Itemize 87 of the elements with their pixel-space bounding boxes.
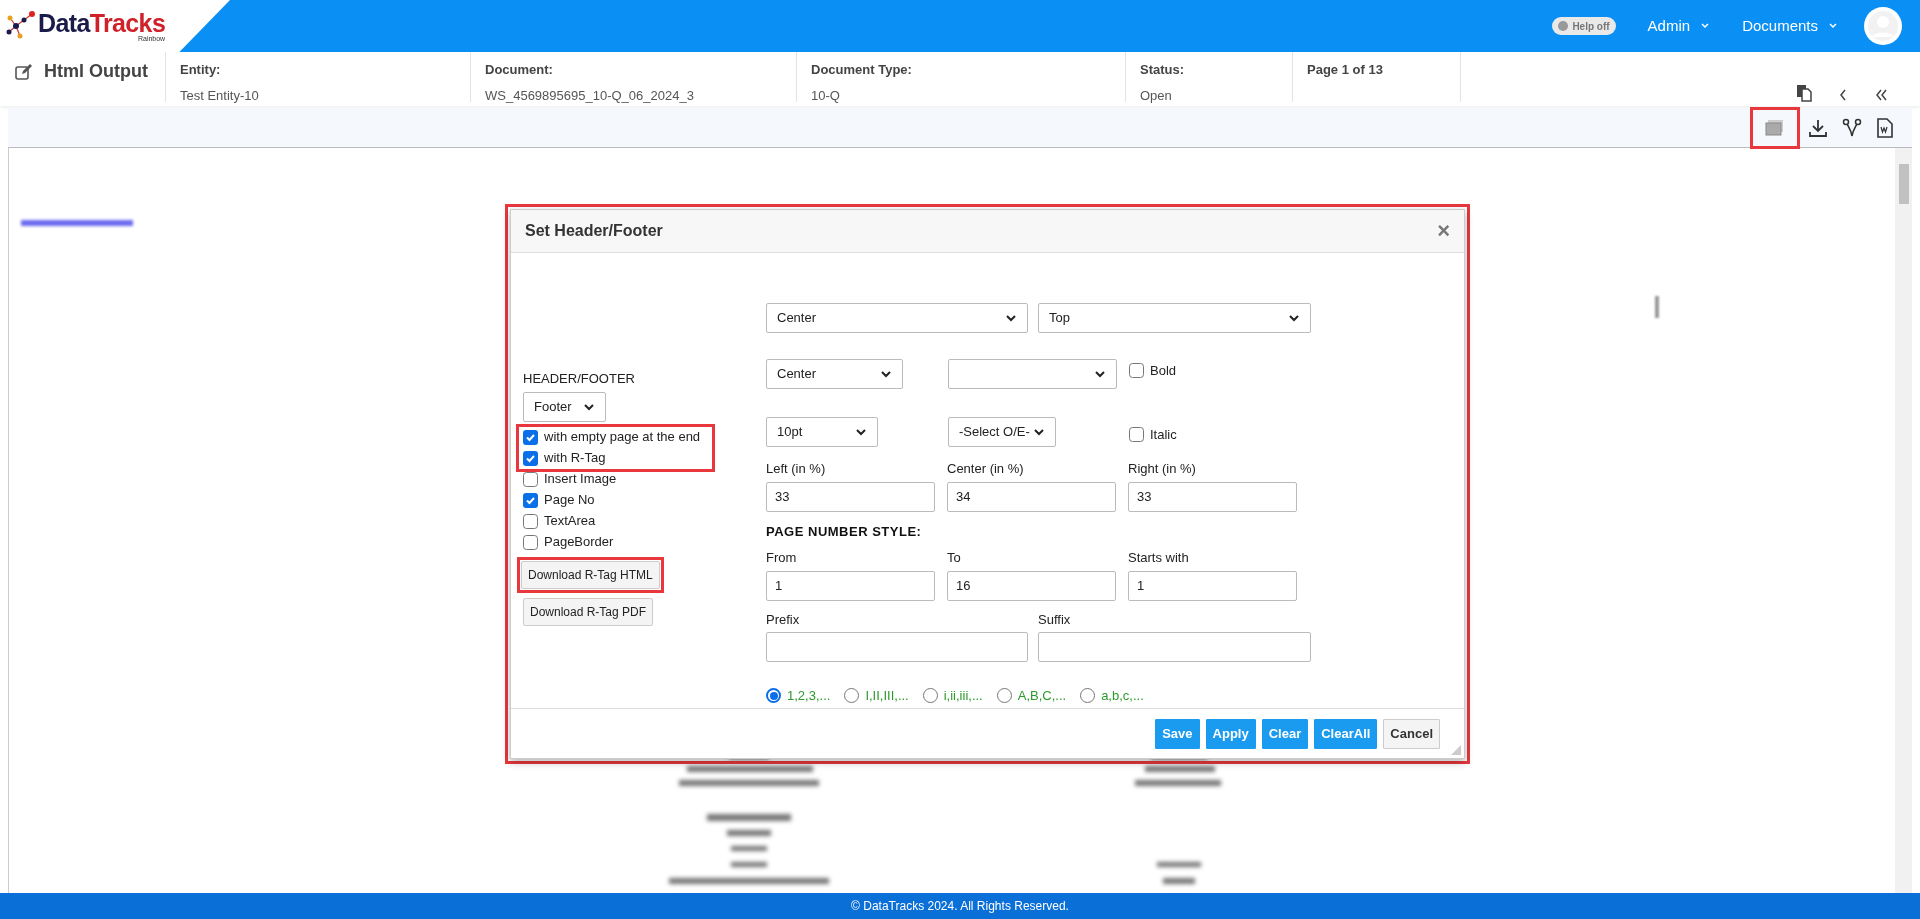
checkbox-label: Page No (544, 491, 595, 510)
dropdown[interactable]: Center (766, 303, 1028, 333)
field-label: HEADER/FOOTER (523, 370, 636, 388)
checkbox-label: with R-Tag (544, 449, 606, 468)
radio-label: i,ii,iii,... (943, 687, 983, 705)
field-value: 10-Q (811, 86, 841, 105)
dropdown[interactable]: Footer (523, 391, 606, 422)
field-label: From (766, 549, 798, 567)
radio-label: 1,2,3,... (787, 687, 831, 705)
chevron-down-icon (855, 426, 867, 438)
input-field[interactable] (1038, 632, 1311, 662)
double-chevron-left-icon[interactable] (1874, 88, 1888, 102)
checkbox[interactable] (1129, 363, 1144, 379)
field-label: Left (in %) (766, 460, 827, 478)
section-heading: PAGE NUMBER STYLE: (766, 522, 923, 541)
field-label: Page 1 of 13 (1307, 61, 1384, 79)
download-button[interactable]: Download R-Tag PDF (523, 597, 654, 626)
radio-button[interactable] (844, 688, 860, 704)
dropdown[interactable]: -Select O/E- (948, 417, 1056, 447)
chevron-down-icon (1288, 312, 1300, 324)
checkbox-label: PageBorder (544, 533, 614, 552)
checkbox[interactable] (523, 534, 538, 550)
field-label: Prefix (766, 610, 801, 629)
checkbox[interactable] (1129, 427, 1144, 443)
radio-button[interactable] (1080, 688, 1096, 704)
input-field[interactable] (766, 632, 1028, 662)
checkbox-label: Italic (1150, 426, 1177, 444)
radio-button[interactable] (766, 688, 781, 704)
input-field[interactable]: 34 (947, 481, 1116, 512)
field-label: Status: (1140, 61, 1186, 79)
download-icon[interactable] (1808, 117, 1828, 138)
checkbox[interactable] (523, 471, 538, 487)
checkbox-label: with empty page at the end (544, 428, 701, 447)
field-value: Open (1140, 86, 1173, 105)
dropdown[interactable]: Center (766, 359, 903, 389)
checkbox-label: Insert Image (544, 470, 617, 489)
checkbox[interactable] (523, 513, 538, 529)
radio-button[interactable] (996, 688, 1012, 704)
dialog-button[interactable]: Cancel (1383, 718, 1440, 749)
resize-handle-icon[interactable] (1451, 745, 1461, 755)
copyright-footer: © DataTracks 2024. All Rights Reserved. (0, 893, 1920, 919)
input-field[interactable]: 33 (766, 481, 935, 512)
field-value: Test Entity-10 (180, 86, 260, 105)
file-icon[interactable] (1876, 117, 1894, 138)
avatar-icon[interactable] (1864, 7, 1902, 45)
branch-icon[interactable] (1842, 117, 1862, 138)
field-label: Starts with (1128, 549, 1190, 567)
dialog-title: Set Header/Footer (525, 221, 663, 241)
input-field[interactable]: 1 (766, 570, 935, 601)
close-button[interactable]: × (1437, 220, 1450, 242)
dropdown[interactable]: 10pt (766, 417, 878, 447)
chevron-down-icon (1828, 21, 1838, 31)
chevron-down-icon (1094, 368, 1106, 380)
field-label: Right (in %) (1128, 460, 1197, 478)
field-label: Center (in %) (947, 460, 1025, 478)
copy-icon[interactable] (1796, 84, 1812, 102)
field-label: To (947, 549, 962, 567)
dropdown[interactable]: Top (1038, 303, 1311, 333)
radio-button[interactable] (922, 688, 938, 704)
input-field[interactable]: 1 (1128, 570, 1297, 601)
checkbox-label: Bold (1150, 362, 1177, 380)
chevron-down-icon (1033, 426, 1045, 438)
chevron-left-icon[interactable] (1838, 88, 1848, 102)
edit-icon (14, 62, 32, 81)
scrollbar[interactable] (1895, 148, 1912, 893)
radio-label: A,B,C,... (1017, 687, 1067, 705)
preview-icon[interactable] (1765, 118, 1785, 137)
download-button[interactable]: Download R-Tag HTML (521, 560, 660, 589)
checkbox-label: TextArea (544, 512, 596, 531)
field-label: Entity: (180, 61, 222, 79)
chevron-down-icon (880, 368, 892, 380)
chevron-down-icon (1700, 21, 1711, 31)
checkbox[interactable] (523, 429, 538, 445)
chevron-down-icon (1005, 312, 1017, 324)
checkbox[interactable] (523, 450, 538, 466)
blurred-dots-drawing (1654, 296, 1660, 318)
radio-label: a,b,c,... (1101, 687, 1144, 705)
field-label: Suffix (1038, 610, 1072, 629)
input-field[interactable]: 16 (947, 570, 1116, 601)
checkbox[interactable] (523, 492, 538, 508)
input-field[interactable]: 33 (1128, 481, 1297, 512)
help-toggle[interactable]: Help off (1552, 17, 1616, 35)
radio-label: I,II,III,... (865, 687, 909, 705)
field-label: Document Type: (811, 61, 913, 79)
field-label: Document: (485, 61, 554, 79)
page-title: Html Output (44, 60, 148, 83)
field-value: WS_4569895695_10-Q_06_2024_3 (485, 86, 695, 105)
